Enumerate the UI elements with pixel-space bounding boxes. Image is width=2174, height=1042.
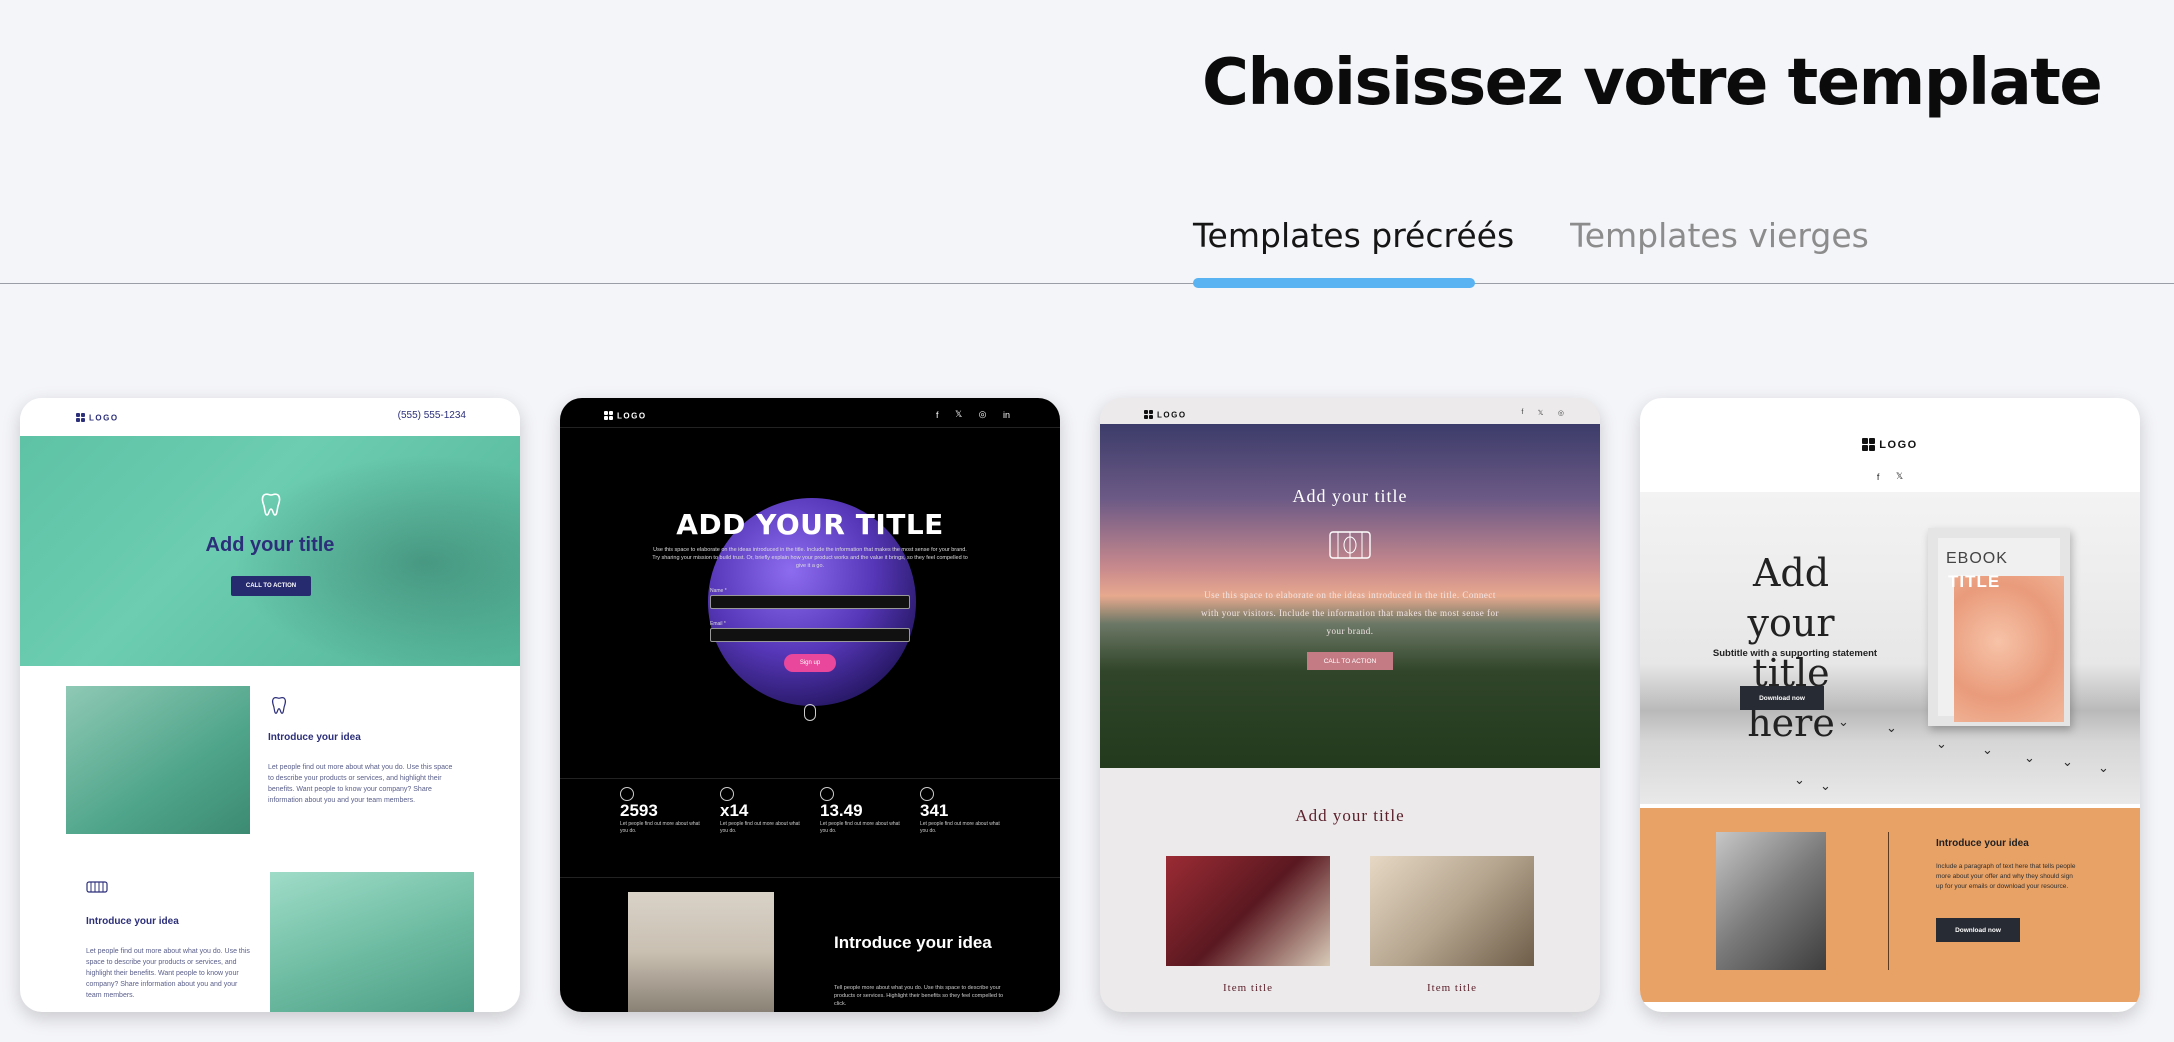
ebook-artwork bbox=[1954, 576, 2064, 722]
stat-desc: Let people find out more about what you … bbox=[720, 821, 800, 834]
braces-icon bbox=[86, 880, 108, 899]
item-title: Item title bbox=[1426, 982, 1477, 994]
template-card-ebook[interactable]: LOGO f 𝕏 ⌄ ⌄ ⌄ ⌄ ⌄ ⌄ ⌄ ⌄ ⌄ Add your titl… bbox=[1640, 398, 2140, 1012]
tab-blank-templates[interactable]: Templates vierges bbox=[1570, 216, 1869, 255]
section-title: Introduce your idea bbox=[86, 916, 179, 927]
section-text: Tell people more about what you do. Use … bbox=[834, 985, 1004, 1007]
section-title: Add your title bbox=[1295, 806, 1405, 825]
scroll-mouse-icon bbox=[804, 704, 816, 721]
active-tab-indicator bbox=[1193, 278, 1475, 288]
bird-icon: ⌄ bbox=[1794, 772, 1805, 787]
bird-icon: ⌄ bbox=[1936, 736, 1947, 751]
section-image bbox=[270, 872, 474, 1012]
social-links: f 𝕏 ◎ bbox=[1511, 404, 1564, 422]
facebook-icon[interactable]: f bbox=[1521, 409, 1523, 416]
hero-subtitle: Subtitle with a supporting statement bbox=[1712, 648, 1878, 659]
template-tabs: Templates précréés Templates vierges bbox=[1193, 216, 1869, 255]
tab-prebuilt-templates[interactable]: Templates précréés bbox=[1193, 216, 1514, 255]
section-text: Let people find out more about what you … bbox=[268, 764, 453, 804]
section-title: Introduce your idea bbox=[268, 732, 361, 743]
template-card-dental[interactable]: LOGO (555) 555-1234 Add your title CALL … bbox=[20, 398, 520, 1012]
portrait-image bbox=[1716, 832, 1826, 970]
stat-desc: Let people find out more about what you … bbox=[920, 821, 1000, 834]
email-input bbox=[710, 628, 910, 642]
section-title: Introduce your idea bbox=[1936, 838, 2029, 849]
ebook-title: TITLE bbox=[1948, 572, 2001, 591]
stat-icon bbox=[820, 787, 834, 801]
astronaut-image bbox=[628, 892, 774, 1012]
template-header: LOGO f 𝕏 ◎ in bbox=[560, 398, 1060, 428]
stat-value: 2593 bbox=[620, 801, 658, 820]
logo: LOGO bbox=[76, 409, 119, 427]
stat-value: x14 bbox=[720, 801, 749, 820]
instagram-icon[interactable]: ◎ bbox=[979, 409, 987, 420]
bird-icon: ⌄ bbox=[1886, 720, 1897, 735]
barrel-icon bbox=[1328, 528, 1372, 567]
x-icon[interactable]: 𝕏 bbox=[1896, 471, 1903, 482]
stat-icon bbox=[720, 787, 734, 801]
linkedin-icon[interactable]: in bbox=[1003, 410, 1010, 420]
logo-icon bbox=[1144, 410, 1153, 420]
section-background bbox=[1640, 808, 2140, 1002]
cta-button: CALL TO ACTION bbox=[231, 576, 311, 596]
template-card-space[interactable]: LOGO f 𝕏 ◎ in ADD YOUR TITLE Use this sp… bbox=[560, 398, 1060, 1012]
bird-icon: ⌄ bbox=[1982, 742, 1993, 757]
x-icon[interactable]: 𝕏 bbox=[1538, 409, 1544, 417]
section-divider bbox=[1888, 832, 1889, 970]
social-links: f 𝕏 bbox=[1640, 468, 2140, 486]
download-button: Download now bbox=[1740, 686, 1824, 710]
email-label: Email * bbox=[710, 621, 726, 627]
name-input bbox=[710, 595, 910, 609]
x-icon[interactable]: 𝕏 bbox=[955, 409, 962, 420]
section-title: Introduce your idea bbox=[834, 933, 992, 952]
tabs-divider bbox=[0, 283, 2174, 284]
logo-icon bbox=[76, 413, 85, 423]
phone-number: (555) 555-1234 bbox=[397, 410, 466, 421]
section-text: Include a paragraph of text here that te… bbox=[1936, 863, 2076, 890]
cta-button: CALL TO ACTION bbox=[1307, 652, 1393, 670]
logo: LOGO bbox=[1144, 406, 1187, 424]
item-image bbox=[1166, 856, 1330, 966]
signup-button: Sign up bbox=[784, 654, 836, 672]
page-title: Choisissez votre template bbox=[1202, 46, 2103, 120]
download-button: Download now bbox=[1936, 918, 2020, 942]
stat-value: 13.49 bbox=[820, 801, 863, 820]
name-label: Name * bbox=[710, 588, 727, 594]
item-image bbox=[1370, 856, 1534, 966]
stat-desc: Let people find out more about what you … bbox=[820, 821, 900, 834]
item-title: Item title bbox=[1222, 982, 1273, 994]
bird-icon: ⌄ bbox=[2062, 754, 2073, 769]
ebook-cover: EBOOK TITLE bbox=[1928, 528, 2070, 726]
ebook-label: EBOOK bbox=[1946, 550, 2008, 567]
stat-icon bbox=[620, 787, 634, 801]
facebook-icon[interactable]: f bbox=[1877, 472, 1880, 482]
bird-icon: ⌄ bbox=[1820, 778, 1831, 793]
hero-title: Add your title bbox=[205, 534, 335, 556]
tooth-icon bbox=[270, 696, 288, 719]
stat-value: 341 bbox=[920, 801, 949, 820]
template-header: LOGO f 𝕏 ◎ bbox=[1100, 398, 1600, 424]
facebook-icon[interactable]: f bbox=[936, 410, 939, 420]
logo-icon bbox=[604, 411, 613, 421]
logo-icon bbox=[1862, 438, 1876, 452]
hero-text: Use this space to elaborate on the ideas… bbox=[1201, 590, 1499, 636]
section-text: Let people find out more about what you … bbox=[86, 948, 250, 999]
hero-title: ADD YOUR TITLE bbox=[676, 508, 944, 541]
tooth-icon bbox=[260, 492, 282, 521]
hero-text: Use this space to elaborate on the ideas… bbox=[652, 547, 968, 569]
instagram-icon[interactable]: ◎ bbox=[1558, 409, 1564, 417]
section-image bbox=[66, 686, 250, 834]
hero-title: Add your title bbox=[1292, 486, 1408, 506]
bird-icon: ⌄ bbox=[2098, 760, 2109, 775]
template-header: LOGO (555) 555-1234 bbox=[20, 398, 520, 436]
logo: LOGO bbox=[604, 407, 647, 425]
stat-icon bbox=[920, 787, 934, 801]
template-card-vineyard[interactable]: LOGO f 𝕏 ◎ Add your title Use this space… bbox=[1100, 398, 1600, 1012]
bird-icon: ⌄ bbox=[2024, 750, 2035, 765]
stats-row: 2593 Let people find out more about what… bbox=[560, 778, 1060, 878]
stat-desc: Let people find out more about what you … bbox=[620, 821, 700, 834]
logo: LOGO bbox=[1640, 436, 2140, 454]
social-links: f 𝕏 ◎ in bbox=[924, 406, 1010, 424]
